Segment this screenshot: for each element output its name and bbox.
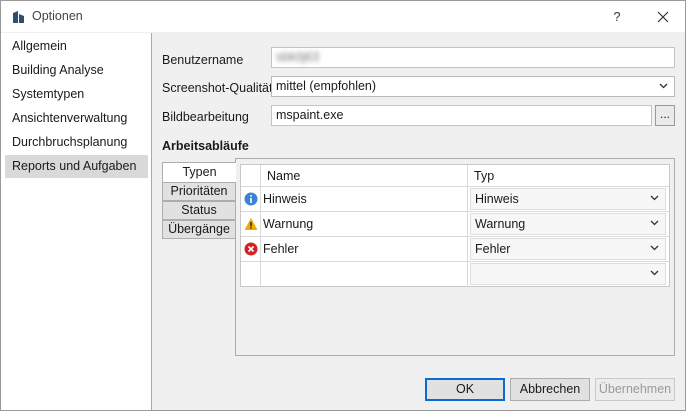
chevron-down-icon — [650, 270, 659, 276]
chevron-down-icon — [650, 220, 659, 226]
nav-item-ansichtenverwaltung[interactable]: Ansichtenverwaltung — [5, 107, 148, 130]
apply-button[interactable]: Übernehmen — [595, 378, 675, 401]
help-button[interactable]: ? — [605, 7, 629, 27]
row-name[interactable]: Hinweis — [261, 187, 468, 211]
table-row-new[interactable] — [241, 262, 669, 287]
row-type-select[interactable]: Fehler — [470, 238, 666, 260]
row-type-value: Hinweis — [475, 192, 519, 206]
info-icon — [244, 192, 258, 206]
row-name[interactable]: Fehler — [261, 237, 468, 261]
quality-value: mittel (empfohlen) — [276, 79, 377, 93]
chevron-down-icon — [650, 195, 659, 201]
row-type-value: Warnung — [475, 217, 526, 231]
tab-uebergaenge[interactable]: Übergänge — [162, 220, 236, 239]
browse-button[interactable]: ... — [655, 105, 675, 126]
close-button[interactable] — [651, 7, 675, 27]
chevron-down-icon — [659, 83, 668, 89]
nav-item-building-analyse[interactable]: Building Analyse — [5, 59, 148, 82]
row-type-select[interactable]: Warnung — [470, 213, 666, 235]
window-title: Optionen — [32, 9, 83, 23]
app-logo-icon — [13, 11, 24, 23]
row-name[interactable]: Warnung — [261, 212, 468, 236]
editor-field[interactable]: mspaint.exe — [271, 105, 652, 126]
nav-item-reports-und-aufgaben[interactable]: Reports und Aufgaben — [5, 155, 148, 178]
warning-icon — [244, 218, 258, 230]
editor-label: Bildbearbeitung — [162, 110, 249, 124]
grid-header-type[interactable]: Typ — [468, 165, 669, 187]
nav-item-allgemein[interactable]: Allgemein — [5, 35, 148, 58]
row-type-value: Fehler — [475, 242, 511, 256]
title-bar: Optionen ? — [1, 1, 685, 32]
cancel-button[interactable]: Abbrechen — [510, 378, 590, 401]
table-row[interactable]: Hinweis Hinweis — [241, 187, 669, 212]
username-value: sbk0j63 — [276, 50, 320, 64]
username-label: Benutzername — [162, 53, 244, 67]
username-field[interactable]: sbk0j63 — [271, 47, 675, 68]
nav-item-systemtypen[interactable]: Systemtypen — [5, 83, 148, 106]
nav-item-durchbruchsplanung[interactable]: Durchbruchsplanung — [5, 131, 148, 154]
table-row[interactable]: Fehler Fehler — [241, 237, 669, 262]
chevron-down-icon — [650, 245, 659, 251]
ok-button[interactable]: OK — [425, 378, 505, 401]
quality-label: Screenshot-Qualität — [162, 81, 273, 95]
workflows-title: Arbeitsabläufe — [162, 139, 249, 153]
tab-prioritaeten[interactable]: Prioritäten — [162, 182, 236, 201]
tab-typen[interactable]: Typen — [162, 162, 236, 183]
row-type-select[interactable] — [470, 263, 666, 285]
row-name[interactable] — [261, 262, 468, 286]
quality-select[interactable]: mittel (empfohlen) — [271, 76, 675, 97]
grid-header-name[interactable]: Name — [261, 165, 468, 187]
sidebar-nav: Allgemein Building Analyse Systemtypen A… — [1, 33, 152, 410]
options-dialog: Optionen ? Allgemein Building Analyse Sy… — [0, 0, 686, 411]
tab-status[interactable]: Status — [162, 201, 236, 220]
grid-header-icon — [241, 165, 261, 187]
table-row[interactable]: Warnung Warnung — [241, 212, 669, 237]
editor-value: mspaint.exe — [276, 108, 344, 122]
error-icon — [244, 242, 258, 256]
close-icon — [657, 11, 669, 23]
row-type-select[interactable]: Hinweis — [470, 188, 666, 210]
types-grid: Name Typ Hinweis Hinweis Warnung Warnung… — [240, 164, 670, 287]
